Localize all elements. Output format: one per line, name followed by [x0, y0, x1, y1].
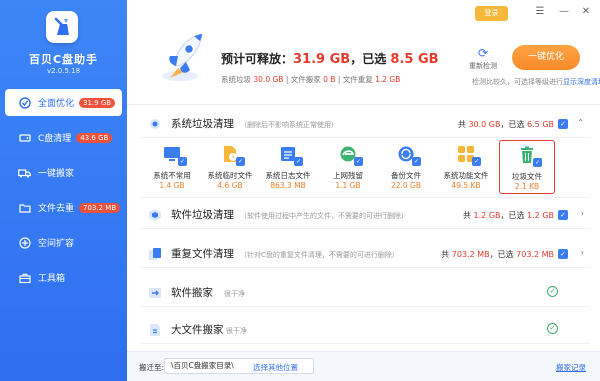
check-circle-icon: ✓ — [547, 323, 558, 334]
scan-hint: 检测比较久，可选择等级进行显示深度清理 — [472, 77, 600, 87]
sidebar-item-label: 工具箱 — [38, 274, 66, 284]
check-circle-icon: ✓ — [547, 286, 558, 297]
duplicate-files-icon — [149, 248, 161, 260]
junk-item-selected[interactable]: ✓ 垃圾文件 2.1 KB — [499, 140, 555, 194]
chevron-right-icon[interactable]: › — [581, 248, 584, 257]
sidebar-item-label: 一键搬家 — [38, 169, 75, 179]
footer-bar: 搬迁至: \百贝C盘搬家目录\ 选择其他位置 搬家记录 — [127, 351, 600, 381]
refresh-icon: ⟳ — [477, 46, 489, 60]
section-software-junk[interactable]: 软件垃圾清理 （软件使用过程中产生的文件，不需要的可进行删除） 共 1.2 GB… — [140, 201, 590, 229]
section-size: 共 30.0 GB，已选 6.5 GB — [457, 120, 554, 129]
section-checkbox[interactable]: ✓ — [558, 210, 568, 220]
section-checkbox[interactable]: ✓ — [558, 249, 568, 259]
scan-summary-title: 预计可释放：31.9 GB，已选 8.5 GB — [221, 52, 439, 67]
section-title: 系统垃圾清理 — [171, 118, 234, 130]
junk-item[interactable]: ✓ 系统日志文件 863.3 MB — [260, 144, 316, 190]
section-title: 重复文件清理 — [171, 248, 234, 260]
one-click-optimize-button[interactable]: 一键优化 — [512, 45, 580, 70]
app-version: v2.0.5.18 — [46, 67, 81, 75]
broom-icon — [18, 96, 31, 109]
chevron-up-icon[interactable]: ⌃ — [577, 118, 584, 127]
section-software-move[interactable]: 软件搬家 很干净 ✓ — [140, 279, 590, 307]
trash-icon: ✓ — [517, 145, 542, 167]
junk-item[interactable]: ✓ 系统临时文件 4.6 GB — [202, 144, 258, 190]
junk-item[interactable]: ✓ 上网残留 1.1 GB — [320, 144, 376, 190]
scan-summary-breakdown: 系统垃圾 30.0 GB | 文件搬家 0 B | 文件重复 1.2 GB — [221, 75, 401, 84]
sidebar-item-label: 空间扩容 — [38, 239, 75, 249]
item-checkbox[interactable]: ✓ — [236, 157, 245, 166]
sidebar-item-c-clean[interactable]: C盘清理 43.6 GB — [0, 124, 127, 151]
rescan-button[interactable]: ⟳ 重新检测 — [465, 47, 501, 71]
junk-item[interactable]: ✓ 系统功能文件 49.5 KB — [438, 144, 494, 190]
sidebar-item-full-optimize[interactable]: 全面优化 31.9 GB — [5, 89, 122, 116]
section-desc: 很干净 — [226, 327, 247, 335]
login-button[interactable]: 登录 — [475, 6, 508, 21]
header-divider — [127, 104, 600, 105]
monitor-icon: ✓ — [162, 144, 187, 166]
folder-icon — [18, 201, 31, 214]
section-size: 共 1.2 GB，已选 1.2 GB — [463, 211, 554, 220]
item-checkbox[interactable]: ✓ — [472, 157, 481, 166]
truck-icon — [18, 166, 31, 179]
broom-logo-icon — [54, 17, 69, 35]
browser-icon: ✓ — [338, 144, 363, 166]
apps-icon: ✓ — [456, 144, 481, 166]
sidebar-badge: 43.6 GB — [76, 132, 113, 143]
sidebar-badge: 31.9 GB — [79, 97, 116, 108]
sidebar: 百贝C盘助手 v2.0.5.18 全面优化 31.9 GB C盘清理 43.6 … — [0, 0, 127, 381]
sidebar-item-one-click-move[interactable]: 一键搬家 — [0, 159, 127, 186]
section-checkbox[interactable]: ✓ — [558, 119, 568, 129]
expand-icon — [18, 236, 31, 249]
section-title: 软件垃圾清理 — [171, 209, 234, 221]
junk-items-grid: ✓ 系统不常用 1.4 GB ✓ 系统临时文件 4.6 GB ✓ 系统日志文件 … — [140, 138, 590, 198]
app-logo — [46, 11, 78, 43]
rocket-illustration-icon — [162, 33, 203, 81]
item-checkbox[interactable]: ✓ — [533, 158, 542, 167]
choose-other-location-link[interactable]: 选择其他位置 — [253, 362, 298, 373]
section-title: 软件搬家 — [171, 287, 213, 299]
junk-item[interactable]: ✓ 系统不常用 1.4 GB — [144, 144, 200, 190]
backup-icon: ✓ — [396, 144, 421, 166]
sidebar-item-label: 全面优化 — [38, 99, 75, 109]
section-size: 共 703.2 MB，已选 703.2 MB — [441, 250, 554, 259]
software-move-icon — [149, 288, 161, 298]
sidebar-item-toolbox[interactable]: 工具箱 — [0, 264, 127, 291]
app-name: 百贝C盘助手 — [28, 53, 99, 66]
section-desc: （删除后不影响系统正常使用） — [240, 121, 338, 129]
deep-clean-link[interactable]: 显示深度清理 — [563, 78, 600, 86]
menu-icon[interactable]: ☰ — [533, 5, 547, 19]
sidebar-item-expand[interactable]: 空间扩容 — [0, 229, 127, 256]
chevron-right-icon[interactable]: › — [581, 209, 584, 218]
sidebar-item-label: 文件去重 — [38, 204, 75, 214]
section-large-file-move[interactable]: 大文件搬家 很干净 ✓ — [140, 316, 590, 344]
large-file-icon — [150, 324, 160, 336]
section-desc: 很干净 — [224, 290, 245, 298]
section-title: 大文件搬家 — [171, 324, 224, 336]
toolbox-icon — [18, 271, 31, 284]
item-checkbox[interactable]: ✓ — [354, 157, 363, 166]
gear-icon — [150, 119, 160, 129]
item-checkbox[interactable]: ✓ — [178, 157, 187, 166]
sidebar-badge: 703.2 MB — [79, 202, 121, 213]
section-desc: （针对C盘的重复文件清理，不需要的可进行删除） — [240, 251, 399, 259]
cube-icon — [149, 209, 161, 221]
item-checkbox[interactable]: ✓ — [294, 157, 303, 166]
disk-icon — [18, 131, 31, 144]
minimize-icon[interactable]: — — [557, 5, 571, 19]
section-duplicate-files[interactable]: 重复文件清理 （针对C盘的重复文件清理，不需要的可进行删除） 共 703.2 M… — [140, 240, 590, 268]
item-checkbox[interactable]: ✓ — [412, 157, 421, 166]
move-history-link[interactable]: 搬家记录 — [556, 362, 586, 373]
section-system-junk[interactable]: 系统垃圾清理 （删除后不影响系统正常使用） 共 30.0 GB，已选 6.5 G… — [140, 110, 590, 138]
section-desc: （软件使用过程中产生的文件，不需要的可进行删除） — [240, 212, 408, 220]
junk-item[interactable]: ✓ 备份文件 22.0 GB — [378, 144, 434, 190]
sidebar-item-label: C盘清理 — [38, 134, 72, 144]
sidebar-item-dedupe[interactable]: 文件去重 703.2 MB — [0, 194, 127, 221]
close-icon[interactable]: ✕ — [579, 5, 593, 19]
temp-file-icon: ✓ — [220, 144, 245, 166]
log-file-icon: ✓ — [278, 144, 303, 166]
move-target-label: 搬迁至: — [139, 363, 165, 372]
